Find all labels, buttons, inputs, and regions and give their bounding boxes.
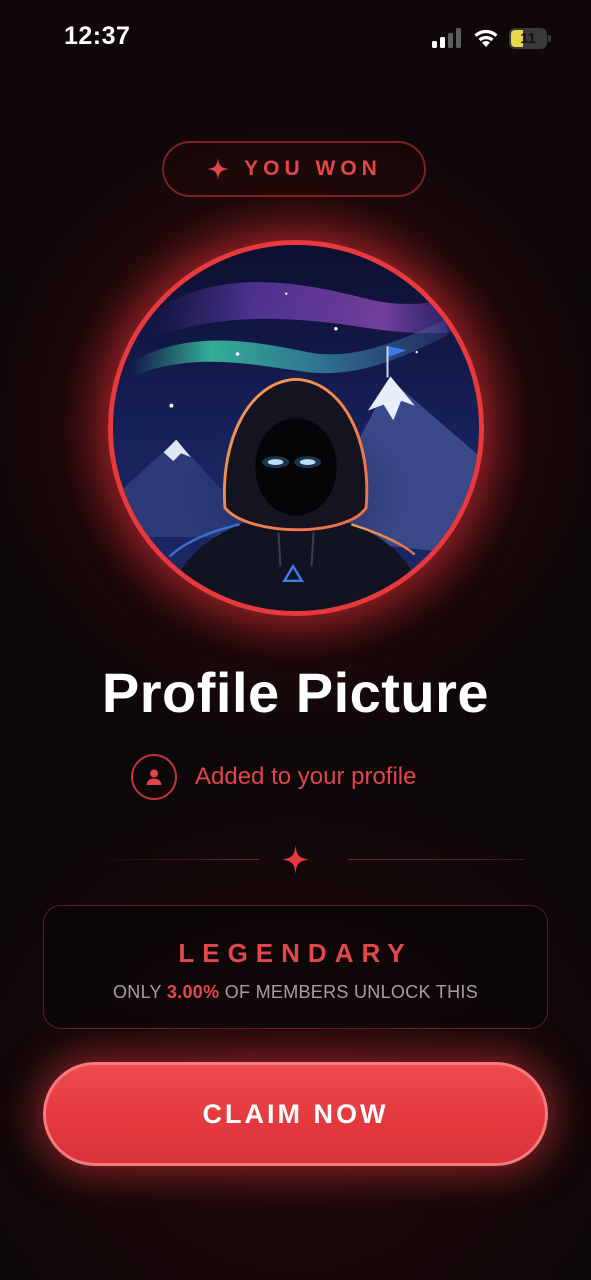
rarity-tier: LEGENDARY — [178, 938, 413, 968]
cellular-signal-icon — [432, 28, 461, 48]
user-icon — [131, 754, 177, 800]
divider-line-right — [348, 859, 524, 860]
reward-screen: 12:37 11 YOU WON Profile Picture Added t… — [0, 0, 591, 1280]
hooded-figure-illustration — [113, 245, 479, 611]
you-won-label: YOU WON — [244, 157, 382, 180]
divider-sparkle-icon — [282, 845, 309, 874]
status-bar: 12:37 11 — [0, 0, 591, 80]
status-time: 12:37 — [64, 22, 131, 50]
you-won-badge: YOU WON — [162, 141, 426, 197]
added-to-profile-text: Added to your profile — [195, 763, 417, 790]
battery-icon: 11 — [509, 28, 547, 49]
rarity-suffix: OF MEMBERS UNLOCK THIS — [224, 982, 479, 1002]
added-to-profile-row: Added to your profile — [131, 752, 416, 802]
divider-line-left — [84, 859, 259, 860]
rarity-card: LEGENDARY ONLY 3.00% OF MEMBERS UNLOCK T… — [43, 905, 548, 1029]
wifi-icon — [474, 29, 498, 47]
reward-title: Profile Picture — [101, 661, 490, 724]
battery-nub — [548, 35, 551, 42]
rarity-prefix: ONLY — [112, 982, 162, 1002]
battery-percent: 11 — [520, 30, 536, 47]
rarity-percent: 3.00% — [166, 982, 220, 1002]
profile-picture-avatar — [108, 240, 484, 616]
claim-now-button[interactable]: CLAIM NOW — [43, 1062, 548, 1166]
claim-now-label: CLAIM NOW — [202, 1098, 389, 1129]
rarity-description: ONLY 3.00% OF MEMBERS UNLOCK THIS — [44, 982, 547, 1003]
sparkle-icon — [207, 158, 230, 180]
